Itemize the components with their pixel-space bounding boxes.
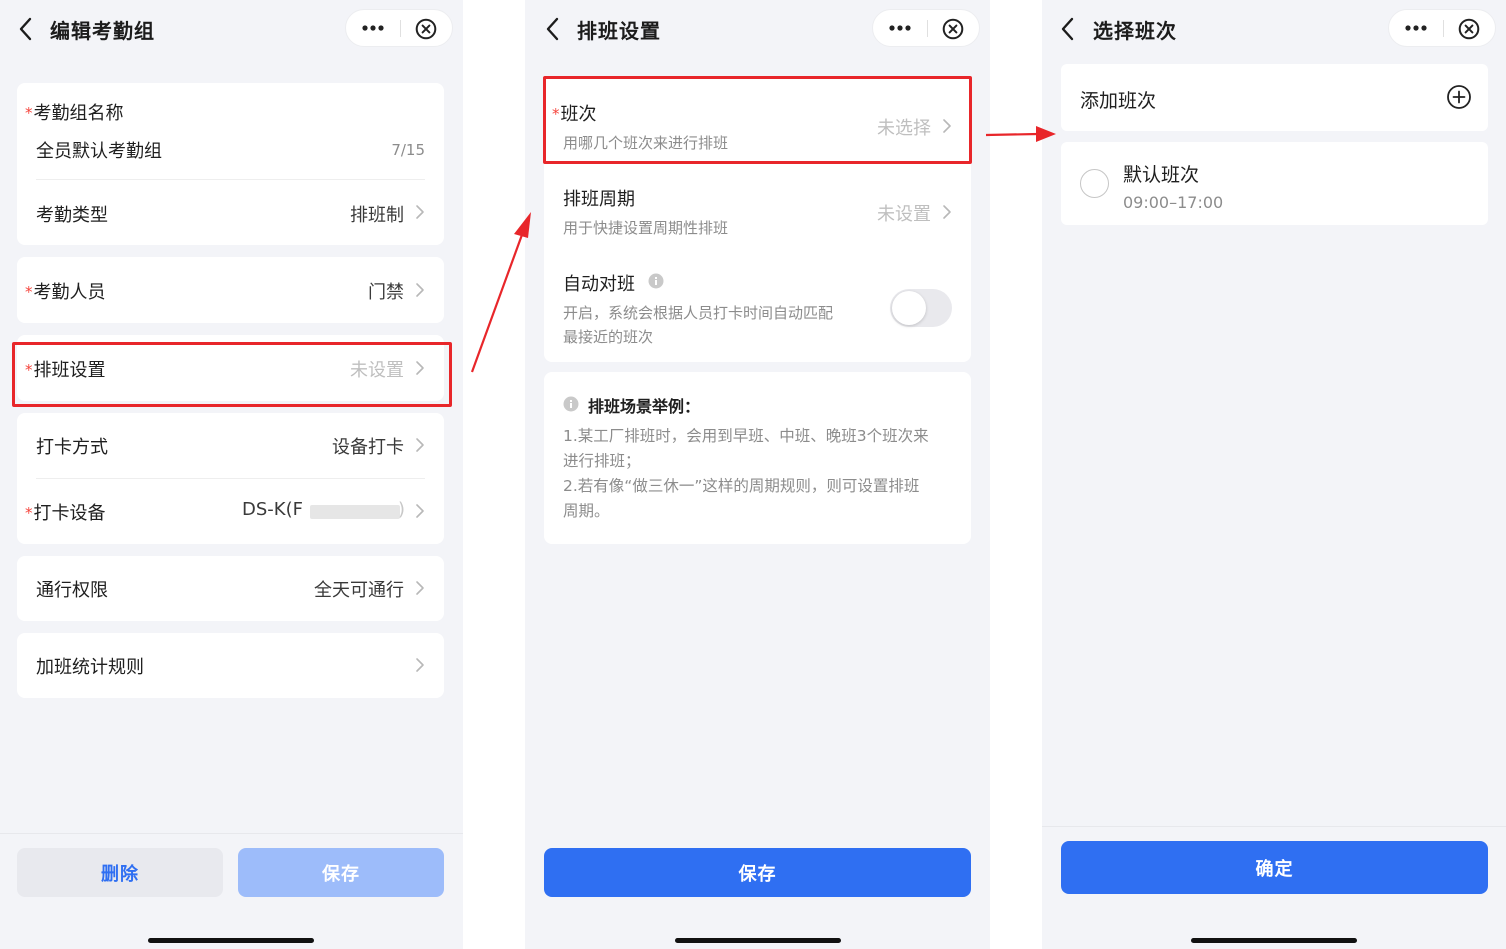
attendance-members-row[interactable]: *考勤人员 门禁 — [17, 257, 444, 323]
close-icon[interactable] — [942, 18, 964, 40]
punch-method-value: 设备打卡 — [332, 437, 404, 458]
toggle-knob — [892, 291, 926, 325]
redacted-serial — [310, 505, 400, 519]
edit-attendance-group-screen: 编辑考勤组 *考勤组名称 全员默认考勤组 7/15 考勤类型 排班制 *考勤人员… — [0, 0, 463, 949]
capsule-divider — [400, 20, 401, 37]
attendance-type-label: 考勤类型 — [36, 205, 108, 226]
example-line-1: 1.某工厂排班时，会用到早班、中班、晚班3个班次来 — [563, 427, 929, 445]
members-value: 门禁 — [368, 282, 404, 303]
required-star: * — [25, 504, 33, 522]
group-name-label: *考勤组名称 — [25, 103, 124, 124]
group-info-card: *考勤组名称 全员默认考勤组 7/15 考勤类型 排班制 — [17, 83, 444, 245]
arrow-to-schedule-settings — [470, 212, 531, 373]
auto-match-desc-line2: 最接近的班次 — [563, 328, 654, 346]
mini-program-capsule — [872, 9, 980, 47]
auto-match-desc-line1: 开启，系统会根据人员打卡时间自动匹配 — [563, 304, 834, 322]
cycle-label: 排班周期 — [563, 189, 635, 210]
row-divider — [36, 179, 425, 180]
more-icon[interactable] — [1403, 18, 1429, 38]
overtime-rules-row[interactable]: 加班统计规则 — [17, 633, 444, 698]
radio-button[interactable] — [1080, 169, 1109, 198]
add-shift-row[interactable]: 添加班次 — [1061, 64, 1488, 131]
punch-card: 打卡方式 设备打卡 *打卡设备 DS-K(F ) — [17, 413, 444, 544]
home-indicator — [675, 938, 841, 943]
required-star: * — [25, 283, 33, 301]
schedule-settings-screen: 排班设置 *班次 用哪几个班次来进行排班 未选择 排班周期 用于快捷设置周期性排… — [525, 0, 990, 949]
info-icon[interactable] — [648, 273, 664, 289]
cycle-value: 未设置 — [877, 204, 931, 225]
required-star: * — [25, 104, 33, 122]
punch-device-value: DS-K(F — [242, 499, 303, 520]
chevron-right-icon — [943, 205, 951, 219]
chevron-right-icon — [416, 205, 424, 219]
more-icon[interactable] — [360, 18, 386, 38]
overtime-label: 加班统计规则 — [36, 657, 144, 678]
bottom-action-bar: 删除 保存 — [0, 833, 463, 949]
example-line-3: 2.若有像“做三休一”这样的周期规则，则可设置排班 — [563, 477, 920, 495]
example-line-2: 进行排班； — [563, 452, 641, 470]
home-indicator — [148, 938, 314, 943]
members-label: *考勤人员 — [25, 282, 106, 303]
group-name-input[interactable]: 全员默认考勤组 — [36, 137, 162, 163]
capsule-divider — [1443, 20, 1444, 37]
chevron-right-icon — [416, 658, 424, 672]
page-title: 编辑考勤组 — [50, 19, 155, 43]
cycle-description: 用于快捷设置周期性排班 — [563, 219, 729, 237]
more-icon[interactable] — [887, 18, 913, 38]
shift-name: 默认班次 — [1123, 164, 1200, 186]
example-card: 排班场景举例： 1.某工厂排班时，会用到早班、中班、晚班3个班次来 进行排班； … — [544, 372, 971, 544]
chevron-right-icon — [416, 504, 424, 518]
access-value: 全天可通行 — [314, 580, 404, 601]
punch-device-label: *打卡设备 — [25, 503, 106, 524]
nav-bar: 排班设置 — [525, 0, 990, 58]
info-icon — [563, 396, 579, 412]
example-title: 排班场景举例： — [588, 397, 701, 416]
example-line-4: 周期。 — [563, 502, 610, 520]
back-arrow-icon[interactable] — [541, 14, 565, 44]
attendance-type-value: 排班制 — [350, 205, 404, 226]
mini-program-capsule — [345, 9, 453, 47]
confirm-button[interactable]: 确定 — [1061, 841, 1488, 894]
mini-program-capsule — [1388, 9, 1496, 47]
access-label: 通行权限 — [36, 580, 108, 601]
bottom-action-bar: 确定 — [1042, 826, 1506, 949]
capsule-divider — [927, 20, 928, 37]
auto-match-label: 自动对班 — [563, 274, 635, 295]
select-shift-screen: 选择班次 添加班次 默认班次 09:00–17:00 确定 — [1042, 0, 1506, 949]
shift-time: 09:00–17:00 — [1123, 193, 1224, 212]
auto-match-toggle[interactable] — [890, 289, 952, 327]
highlight-box — [12, 342, 452, 407]
close-icon[interactable] — [1458, 18, 1480, 40]
back-arrow-icon[interactable] — [1056, 14, 1080, 44]
back-arrow-icon[interactable] — [14, 14, 38, 44]
close-icon[interactable] — [415, 18, 437, 40]
chevron-right-icon — [416, 438, 424, 452]
chevron-right-icon — [416, 581, 424, 595]
plus-circle-icon[interactable] — [1446, 84, 1472, 110]
home-indicator — [1191, 938, 1357, 943]
save-button[interactable]: 保存 — [544, 848, 971, 897]
delete-button[interactable]: 删除 — [17, 848, 223, 897]
char-counter: 7/15 — [391, 141, 425, 159]
punch-device-value-end: ) — [398, 499, 406, 520]
save-button[interactable]: 保存 — [238, 848, 444, 897]
highlight-box — [543, 76, 972, 164]
shift-option-row[interactable]: 默认班次 09:00–17:00 — [1061, 142, 1488, 225]
nav-bar: 选择班次 — [1042, 0, 1506, 58]
page-title: 选择班次 — [1093, 19, 1177, 43]
add-shift-label: 添加班次 — [1080, 90, 1157, 112]
page-title: 排班设置 — [577, 19, 661, 43]
chevron-right-icon — [416, 283, 424, 297]
nav-bar: 编辑考勤组 — [0, 0, 463, 58]
punch-method-label: 打卡方式 — [36, 437, 108, 458]
row-divider — [36, 478, 425, 479]
access-permission-row[interactable]: 通行权限 全天可通行 — [17, 556, 444, 621]
